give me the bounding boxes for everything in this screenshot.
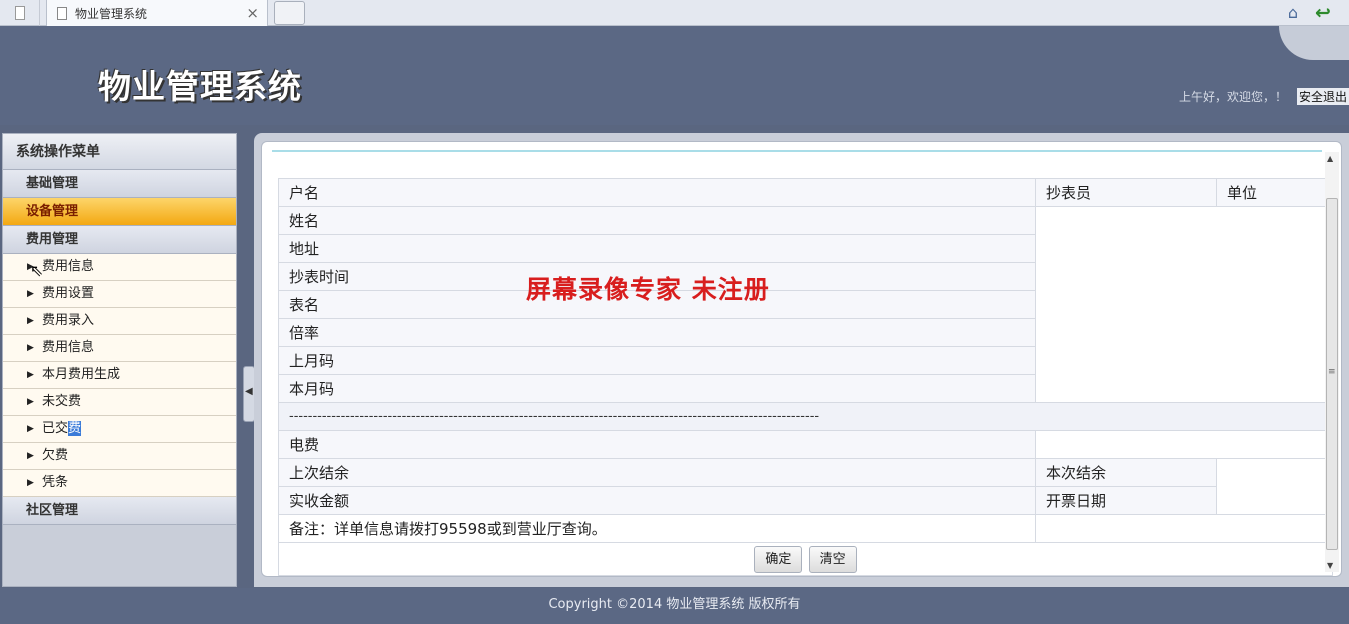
label-address: 地址 bbox=[278, 234, 1036, 263]
confirm-button[interactable]: 确定 bbox=[754, 546, 803, 573]
menu-item-label: 费用信息 bbox=[42, 340, 95, 355]
menu-item-label: 费用信息 bbox=[42, 259, 95, 274]
label-unit: 单位 bbox=[1216, 178, 1333, 207]
document-icon bbox=[57, 6, 67, 20]
main-panel: 户名 抄表员 单位 姓名 地址 抄表时间 表名 倍率 上月码 本月码 -----… bbox=[254, 133, 1349, 587]
triangle-right-icon: ▶ bbox=[27, 316, 34, 326]
menu-item-paid[interactable]: ▶ 已交费 bbox=[3, 416, 236, 443]
close-tab-icon[interactable]: × bbox=[246, 4, 259, 22]
recorder-watermark: 屏幕录像专家 未注册 bbox=[526, 275, 770, 304]
label-this-balance: 本次结余 bbox=[1035, 458, 1217, 487]
top-divider bbox=[272, 150, 1322, 152]
new-tab-button[interactable] bbox=[274, 1, 305, 25]
browser-tab[interactable]: 物业管理系统 × bbox=[46, 0, 268, 26]
label-last-reading: 上月码 bbox=[278, 346, 1036, 375]
label-reader: 抄表员 bbox=[1035, 178, 1217, 207]
header-corner-decoration bbox=[1279, 26, 1349, 60]
triangle-right-icon: ▶ bbox=[27, 343, 34, 353]
triangle-right-icon: ▶ bbox=[27, 289, 34, 299]
tab-title: 物业管理系统 bbox=[75, 6, 148, 21]
app-header: 物业管理系统 上午好，欢迎您，！ 安全退出 bbox=[0, 26, 1349, 125]
menu-group-equipment[interactable]: 设备管理 bbox=[3, 198, 236, 226]
scroll-down-icon[interactable]: ▼ bbox=[1327, 561, 1333, 570]
label-name: 姓名 bbox=[278, 206, 1036, 235]
text-selection: 费 bbox=[68, 421, 82, 436]
page-footer: Copyright ©2014 物业管理系统 版权所有 bbox=[0, 588, 1349, 624]
triangle-right-icon: ▶ bbox=[27, 451, 34, 461]
note-blank bbox=[1035, 514, 1333, 543]
greeting-text: 上午好，欢迎您，！ bbox=[1178, 90, 1287, 104]
tab-list-button[interactable] bbox=[0, 0, 40, 26]
logout-link[interactable]: 安全退出 bbox=[1296, 88, 1349, 105]
note-text: 备注：详单信息请拨打95598或到营业厅查询。 bbox=[278, 514, 1036, 543]
button-row: 确定 清空 bbox=[278, 542, 1333, 576]
menu-item-generate-monthly[interactable]: ▶ 本月费用生成 bbox=[3, 362, 236, 389]
triangle-right-icon: ▶ bbox=[27, 370, 34, 380]
vertical-scrollbar[interactable]: ▲ ≡ ▼ bbox=[1325, 152, 1339, 572]
triangle-right-icon: ▶ bbox=[27, 478, 34, 488]
chevron-left-icon: ◀ bbox=[245, 386, 253, 397]
scroll-up-icon[interactable]: ▲ bbox=[1327, 154, 1333, 163]
menu-item-label: 费用设置 bbox=[42, 286, 95, 301]
menu-item-fee-entry[interactable]: ▶ 费用录入 bbox=[3, 308, 236, 335]
app-logo: 物业管理系统 bbox=[98, 67, 302, 106]
home-icon[interactable]: ⌂ bbox=[1283, 3, 1303, 23]
menu-item-label: 费用录入 bbox=[42, 313, 95, 328]
menu-item-arrears[interactable]: ▶ 欠费 bbox=[3, 443, 236, 470]
label-electric-fee: 电费 bbox=[278, 430, 1036, 459]
sidebar-title: 系统操作菜单 bbox=[3, 134, 236, 170]
menu-group-fees[interactable]: 费用管理 bbox=[3, 226, 236, 254]
label-this-reading: 本月码 bbox=[278, 374, 1036, 403]
browser-tabbar: 物业管理系统 × ⌂ ↩ bbox=[0, 0, 1349, 26]
label-ratio: 倍率 bbox=[278, 318, 1036, 347]
label-last-balance: 上次结余 bbox=[278, 458, 1036, 487]
menu-group-basic[interactable]: 基础管理 bbox=[3, 170, 236, 198]
back-arrow-icon[interactable]: ↩ bbox=[1311, 2, 1335, 24]
scroll-grip-icon: ≡ bbox=[1328, 367, 1336, 377]
sidebar-menu: 系统操作菜单 基础管理 设备管理 费用管理 ▶ 费用信息 ⇖ ▶ 费用设置 ▶ 费用录入… bbox=[2, 133, 237, 587]
triangle-right-icon: ▶ bbox=[27, 424, 34, 434]
menu-item-label: 已交费 bbox=[42, 421, 82, 436]
electric-fee-value bbox=[1035, 430, 1333, 459]
page-icon bbox=[14, 6, 25, 20]
balance-blank bbox=[1216, 458, 1333, 515]
menu-item-receipt[interactable]: ▶ 凭条 bbox=[3, 470, 236, 497]
menu-item-label: 欠费 bbox=[42, 448, 69, 463]
menu-item-fee-info[interactable]: ▶ 费用信息 ⇖ bbox=[3, 254, 236, 281]
info-blank-area bbox=[1035, 206, 1333, 403]
clear-button[interactable]: 清空 bbox=[808, 546, 857, 573]
label-paid-amount: 实收金额 bbox=[278, 486, 1036, 515]
triangle-right-icon: ▶ bbox=[27, 397, 34, 407]
menu-item-label: 未交费 bbox=[42, 394, 82, 409]
fee-detail-table: 户名 抄表员 单位 姓名 地址 抄表时间 表名 倍率 上月码 本月码 -----… bbox=[278, 178, 1333, 543]
label-account: 户名 bbox=[278, 178, 1036, 207]
content-frame: 户名 抄表员 单位 姓名 地址 抄表时间 表名 倍率 上月码 本月码 -----… bbox=[261, 141, 1342, 577]
menu-item-unpaid[interactable]: ▶ 未交费 bbox=[3, 389, 236, 416]
separator-line: ----------------------------------------… bbox=[278, 402, 1333, 431]
menu-item-label: 本月费用生成 bbox=[42, 367, 121, 382]
menu-group-community[interactable]: 社区管理 bbox=[3, 497, 236, 525]
menu-item-fee-info-2[interactable]: ▶ 费用信息 bbox=[3, 335, 236, 362]
label-invoice-date: 开票日期 bbox=[1035, 486, 1217, 515]
menu-item-fee-settings[interactable]: ▶ 费用设置 bbox=[3, 281, 236, 308]
menu-item-label: 凭条 bbox=[42, 475, 69, 490]
